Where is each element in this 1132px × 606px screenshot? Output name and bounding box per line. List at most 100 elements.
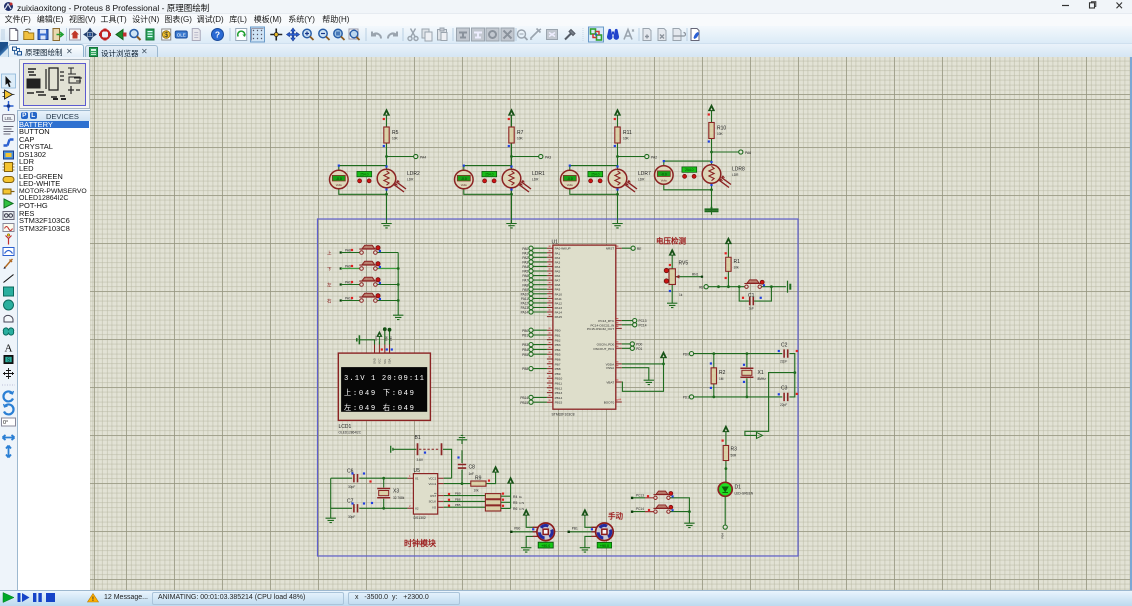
svg-text:X3: X3	[393, 489, 399, 495]
svg-text:4.7k: 4.7k	[519, 501, 525, 505]
svg-text:PA12: PA12	[521, 302, 529, 306]
svg-text:U5: U5	[414, 468, 421, 474]
svg-text:?: ?	[215, 30, 220, 40]
svg-text:R9: R9	[475, 476, 482, 482]
svg-text:PA10: PA10	[555, 292, 563, 296]
svg-text:上: 上	[327, 250, 332, 256]
svg-text:PA8: PA8	[555, 283, 561, 287]
svg-text:PA6: PA6	[745, 151, 751, 155]
svg-text:22pF: 22pF	[780, 403, 787, 407]
svg-text:10K: 10K	[623, 137, 630, 141]
svg-text:PA0-WKUP: PA0-WKUP	[555, 247, 571, 251]
svg-text:PB8: PB8	[522, 367, 528, 371]
svg-text:LDR2: LDR2	[407, 171, 420, 177]
svg-text:$: $	[164, 32, 168, 39]
svg-text:+90.0: +90.0	[600, 544, 609, 548]
svg-text:32.768k: 32.768k	[393, 496, 405, 500]
svg-text:PA2: PA2	[651, 155, 657, 159]
svg-text:RN1: RN1	[692, 273, 699, 277]
svg-text:PB15: PB15	[520, 401, 528, 405]
svg-text:PB14: PB14	[520, 396, 528, 400]
svg-text:PB2: PB2	[555, 338, 561, 342]
svg-text:PB15: PB15	[555, 401, 563, 405]
svg-text:PA11: PA11	[555, 297, 562, 301]
svg-text:R4: R4	[513, 495, 517, 499]
svg-text:PA14: PA14	[521, 311, 529, 315]
svg-text:RST: RST	[430, 494, 436, 498]
svg-text:1M: 1M	[719, 377, 724, 381]
svg-text:PB12: PB12	[555, 386, 563, 390]
svg-text:左:049 右:049: 左:049 右:049	[344, 403, 414, 413]
svg-text:PC14: PC14	[639, 323, 647, 327]
svg-text:PB1: PB1	[572, 527, 578, 531]
svg-text:PB11: PB11	[555, 382, 563, 386]
svg-text:PB4: PB4	[522, 348, 528, 352]
svg-text:VCC2: VCC2	[428, 482, 436, 486]
svg-text:PA14: PA14	[555, 311, 563, 315]
svg-text:PB5: PB5	[455, 503, 461, 507]
svg-text:RV5: RV5	[679, 261, 689, 267]
svg-text:PA1: PA1	[555, 251, 561, 255]
svg-text:PA7: PA7	[555, 279, 561, 283]
svg-text:4.7k: 4.7k	[519, 507, 525, 511]
svg-text:SCLK: SCLK	[429, 500, 437, 504]
svg-text:1uF: 1uF	[749, 307, 755, 311]
svg-text:PD1: PD1	[636, 347, 642, 351]
svg-text:OSCOUT_PD1: OSCOUT_PD1	[593, 347, 614, 351]
svg-text:VBAT: VBAT	[606, 381, 614, 385]
svg-text:LDR7: LDR7	[638, 171, 651, 177]
svg-text:3.6V: 3.6V	[417, 458, 424, 462]
svg-text:PB9: PB9	[555, 372, 561, 376]
svg-text:PA6: PA6	[522, 274, 528, 278]
svg-text:PB9: PB9	[455, 492, 461, 496]
svg-text:LDR: LDR	[407, 178, 414, 182]
svg-text:LDR: LDR	[732, 173, 739, 177]
svg-text:PB4: PB4	[721, 533, 725, 539]
svg-text:30pF: 30pF	[348, 485, 355, 489]
svg-text:PB14: PB14	[555, 396, 563, 400]
svg-text:R10: R10	[717, 126, 726, 132]
svg-text:1k: 1k	[519, 495, 522, 499]
svg-text:PA3: PA3	[545, 155, 551, 159]
svg-text:C8: C8	[469, 465, 476, 471]
svg-text:LCD1: LCD1	[339, 424, 352, 430]
svg-text:PA4: PA4	[555, 265, 561, 269]
svg-text:左: 左	[327, 282, 332, 288]
svg-text:PA0: PA0	[522, 247, 528, 251]
svg-text:PD1: PD1	[683, 396, 689, 400]
svg-text:C1: C1	[748, 293, 755, 299]
svg-text:1: 1	[409, 474, 411, 478]
svg-text:时钟模块: 时钟模块	[404, 538, 437, 548]
svg-text:PA5: PA5	[522, 270, 528, 274]
svg-text:下: 下	[327, 267, 332, 273]
svg-text:A: A	[5, 343, 13, 355]
svg-text:VCC: VCC	[374, 335, 378, 341]
svg-text:PB0: PB0	[555, 329, 561, 333]
svg-text:RE: RE	[699, 285, 703, 289]
svg-text:PA8: PA8	[345, 249, 351, 253]
svg-text:1k: 1k	[679, 293, 683, 297]
svg-text:PD0: PD0	[683, 352, 689, 356]
svg-text:PA15: PA15	[555, 315, 563, 319]
svg-text:PD0: PD0	[636, 343, 642, 347]
svg-text:VCC1: VCC1	[428, 476, 436, 480]
svg-text:PA2: PA2	[555, 256, 561, 260]
svg-text:PB7: PB7	[555, 362, 561, 366]
svg-text:PC13: PC13	[636, 493, 644, 497]
svg-text:STM32F103C8: STM32F103C8	[552, 413, 575, 417]
svg-text:3.1V 1 20:09:11: 3.1V 1 20:09:11	[344, 375, 424, 383]
svg-text:LDR: LDR	[532, 178, 539, 182]
svg-text:R2: R2	[719, 370, 726, 376]
svg-text:PA2: PA2	[522, 256, 528, 260]
svg-text:右: 右	[327, 298, 332, 305]
svg-text:PA7: PA7	[522, 279, 528, 283]
svg-text:R11: R11	[623, 130, 632, 136]
svg-text:PB4: PB4	[555, 348, 561, 352]
svg-text:SDA: SDA	[388, 358, 392, 364]
svg-text:0°: 0°	[3, 420, 8, 426]
svg-text:PB5: PB5	[555, 353, 561, 357]
svg-text:PA11: PA11	[521, 297, 529, 301]
svg-text:R5: R5	[392, 130, 399, 136]
svg-text:22pF: 22pF	[780, 360, 787, 364]
svg-text:PB8: PB8	[555, 367, 561, 371]
